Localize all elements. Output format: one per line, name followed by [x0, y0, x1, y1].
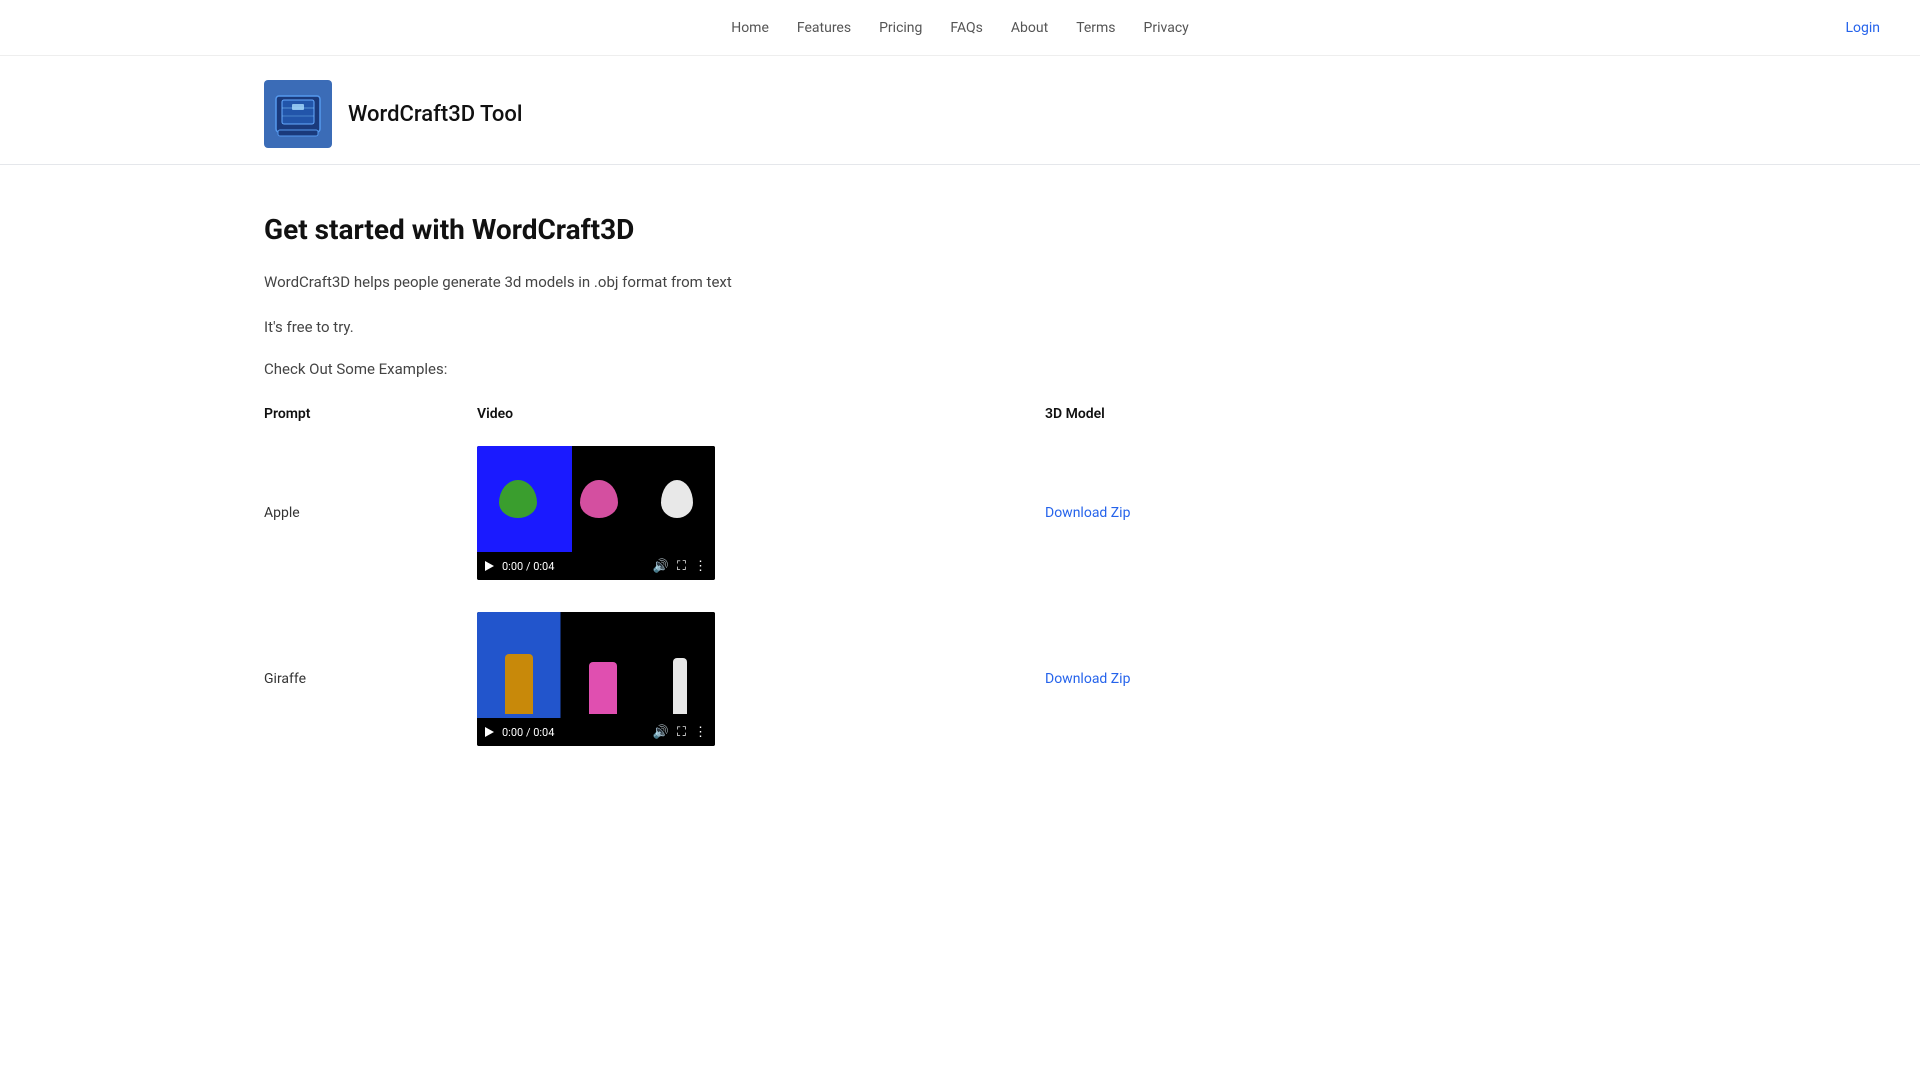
download-zip-apple[interactable]: Download Zip [1045, 505, 1130, 521]
volume-icon[interactable]: 🔊 [653, 725, 669, 740]
brand-bar: WordCraft3D Tool [0, 56, 1920, 165]
apple-pink-icon [580, 480, 618, 518]
col-3dmodel: 3D Model [1045, 398, 1400, 430]
video-time-apple: 0:00 / 0:04 [502, 560, 554, 573]
hero-examples-label: Check Out Some Examples: [264, 360, 1400, 378]
giraffe-brown-icon [505, 654, 533, 714]
hero-description: WordCraft3D helps people generate 3d mod… [264, 270, 1400, 294]
brand-title: WordCraft3D Tool [348, 102, 523, 127]
menu-icon[interactable]: ⋮ [694, 559, 707, 574]
volume-icon[interactable]: 🔊 [653, 559, 669, 574]
col-video: Video [477, 398, 1045, 430]
nav-home[interactable]: Home [731, 20, 769, 36]
video-thumb-giraffe[interactable]: 0:00 / 0:04 🔊 ⛶ ⋮ [477, 612, 715, 746]
apple-white-icon [661, 480, 693, 518]
prompt-giraffe: Giraffe [264, 596, 477, 762]
navbar: Home Features Pricing FAQs About Terms P… [0, 0, 1920, 56]
video-cell-apple: 0:00 / 0:04 🔊 ⛶ ⋮ [477, 430, 1045, 596]
hero-heading: Get started with WordCraft3D [264, 213, 1400, 246]
download-cell-apple: Download Zip [1045, 430, 1400, 596]
nav-links: Home Features Pricing FAQs About Terms P… [731, 20, 1189, 36]
table-row: Apple 0:00 / 0:04 🔊 ⛶ [264, 430, 1400, 596]
download-zip-giraffe[interactable]: Download Zip [1045, 671, 1130, 687]
video-controls-apple: 0:00 / 0:04 🔊 ⛶ ⋮ [477, 552, 715, 580]
nav-pricing[interactable]: Pricing [879, 20, 922, 36]
fullscreen-icon[interactable]: ⛶ [677, 559, 686, 574]
nav-faqs[interactable]: FAQs [950, 20, 983, 36]
main-content: Get started with WordCraft3D WordCraft3D… [0, 189, 1400, 802]
play-icon[interactable] [485, 727, 494, 737]
brand-logo [264, 80, 332, 148]
giraffe-white-icon [673, 658, 687, 714]
video-time-giraffe: 0:00 / 0:04 [502, 726, 554, 739]
nav-features[interactable]: Features [797, 20, 851, 36]
hero-free-text: It's free to try. [264, 318, 1400, 336]
video-scene-giraffe [477, 612, 715, 718]
giraffe-pink-icon [589, 662, 617, 714]
video-scene-apple [477, 446, 715, 552]
table-row: Giraffe 0:00 / 0:04 🔊 ⛶ [264, 596, 1400, 762]
video-controls-giraffe: 0:00 / 0:04 🔊 ⛶ ⋮ [477, 718, 715, 746]
prompt-apple: Apple [264, 430, 477, 596]
examples-table: Prompt Video 3D Model Apple [264, 398, 1400, 762]
nav-about[interactable]: About [1011, 20, 1048, 36]
brand-logo-icon [270, 86, 326, 142]
apple-green-icon [499, 480, 537, 518]
nav-privacy[interactable]: Privacy [1144, 20, 1189, 36]
fullscreen-icon[interactable]: ⛶ [677, 725, 686, 740]
play-icon[interactable] [485, 561, 494, 571]
video-thumb-apple[interactable]: 0:00 / 0:04 🔊 ⛶ ⋮ [477, 446, 715, 580]
download-cell-giraffe: Download Zip [1045, 596, 1400, 762]
col-prompt: Prompt [264, 398, 477, 430]
table-header-row: Prompt Video 3D Model [264, 398, 1400, 430]
video-cell-giraffe: 0:00 / 0:04 🔊 ⛶ ⋮ [477, 596, 1045, 762]
login-link[interactable]: Login [1845, 20, 1880, 36]
nav-terms[interactable]: Terms [1076, 20, 1115, 36]
menu-icon[interactable]: ⋮ [694, 725, 707, 740]
